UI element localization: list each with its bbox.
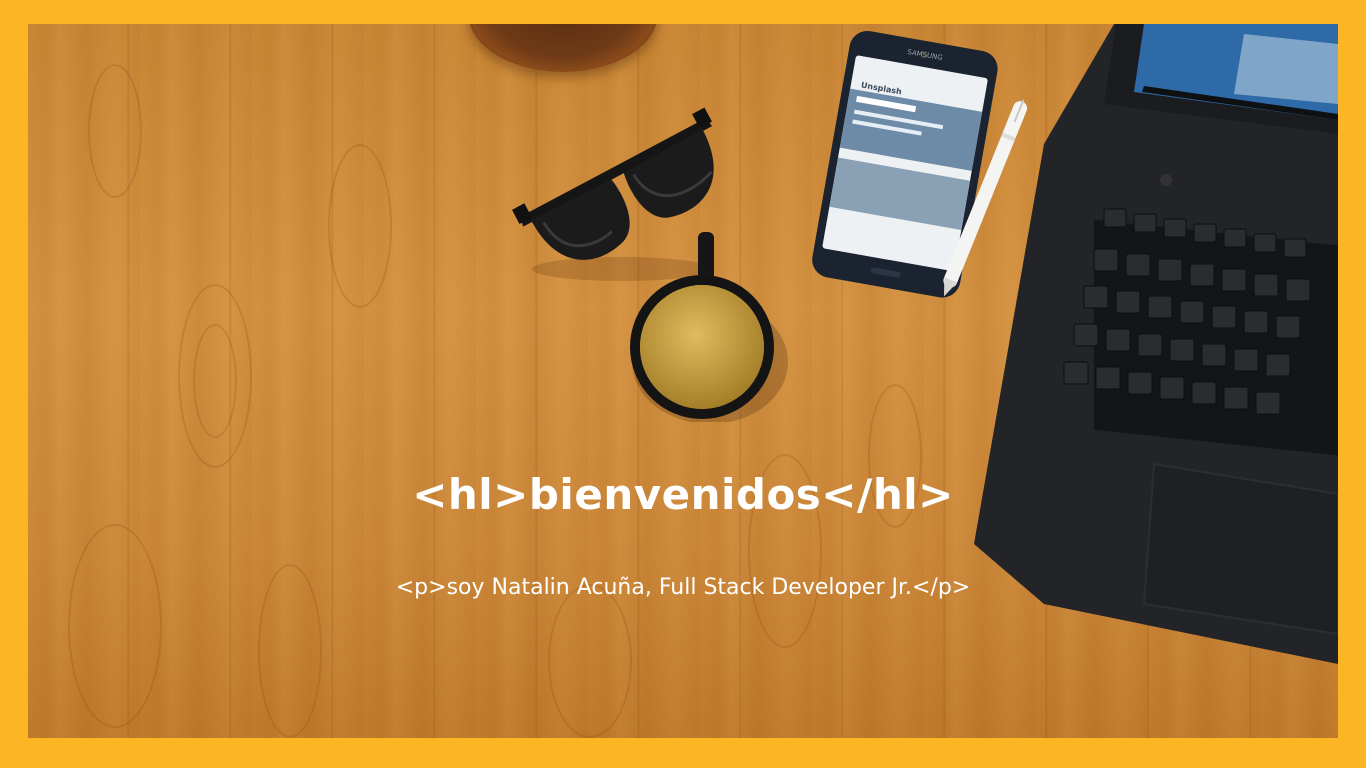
page-title: <hl>bienvenidos</hl> (412, 470, 954, 519)
wood-grain (548, 584, 632, 738)
wood-grain (328, 144, 392, 308)
bowl (468, 24, 658, 72)
hero-background: SAMSUNG Unsplash (28, 24, 1338, 738)
coffee-cup-icon (630, 232, 788, 422)
page-frame: SAMSUNG Unsplash <hl>bienvenidos</hl> <p… (0, 0, 1366, 768)
page-subtitle: <p>soy Natalin Acuña, Full Stack Develop… (395, 575, 971, 600)
wood-grain (193, 324, 237, 438)
wood-grain (68, 524, 162, 728)
wood-grain (88, 64, 142, 198)
